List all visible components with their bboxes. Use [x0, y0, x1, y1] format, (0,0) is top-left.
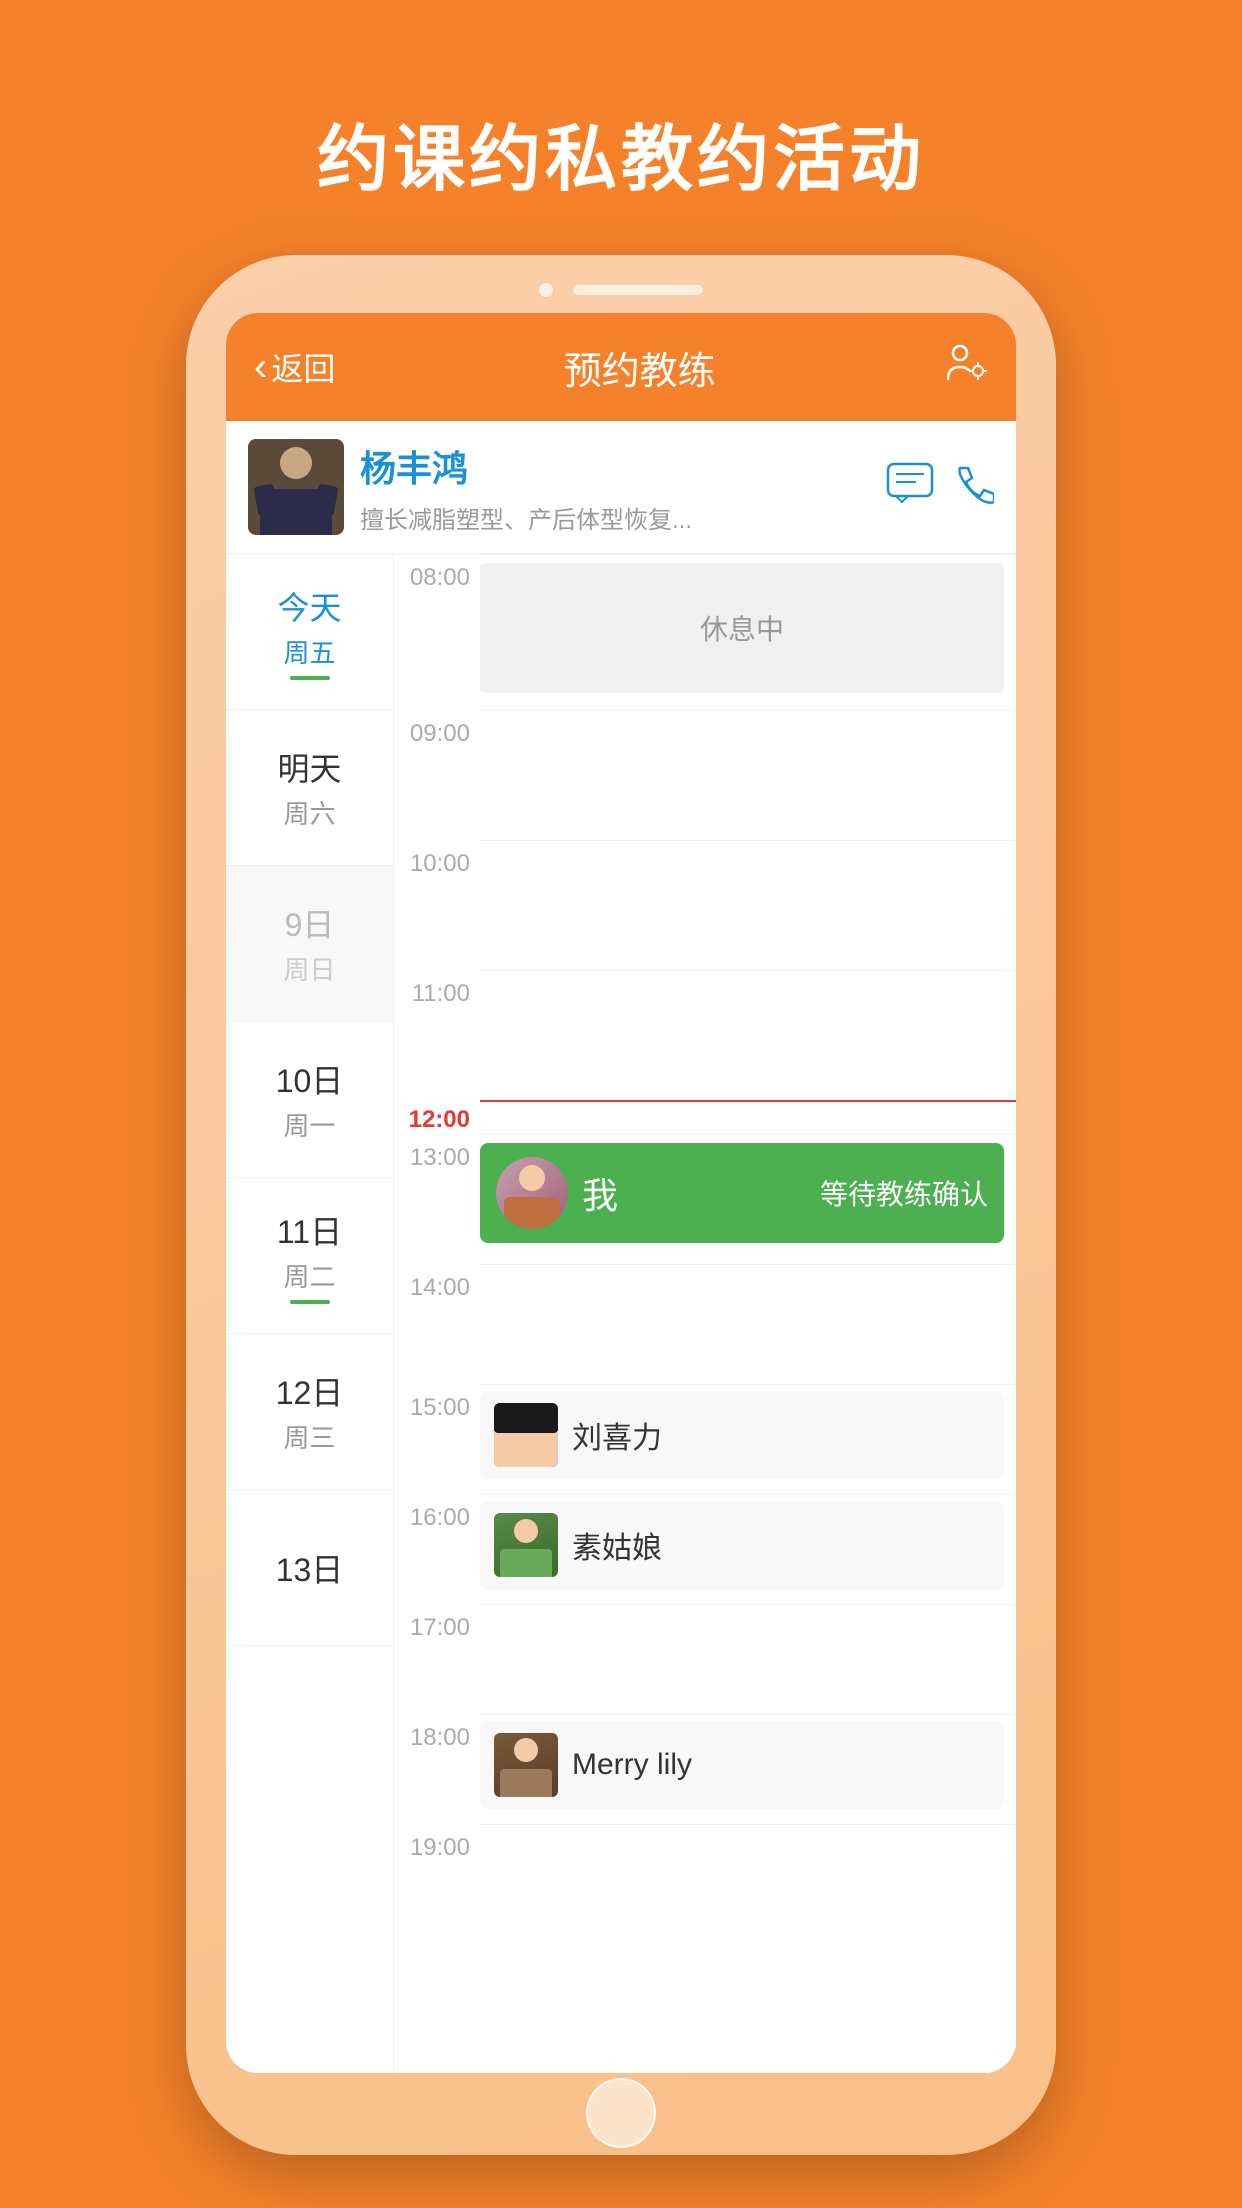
time-label-1800: 18:00 [394, 1714, 480, 1752]
slot-su[interactable]: 素姑娘 [480, 1501, 1004, 1589]
su-avatar [494, 1513, 558, 1577]
time-row-1400: 14:00 [394, 1264, 1016, 1384]
date-item-11[interactable]: 11日 周二 [226, 1178, 393, 1334]
trainer-profile: 杨丰鸿 擅长减脂塑型、产后体型恢复... [226, 421, 1016, 554]
time-content-1100 [480, 970, 1016, 1080]
merry-avatar [494, 1733, 558, 1797]
phone-bottom [586, 2073, 656, 2153]
time-content-1600: 素姑娘 [480, 1494, 1016, 1589]
slot-merry[interactable]: Merry lily [480, 1721, 1004, 1809]
time-content-1900 [480, 1824, 1016, 1914]
my-booking-avatar [496, 1157, 568, 1229]
time-row-1200: 12:00 [394, 1100, 1016, 1134]
time-row-1300: 13:00 我 等待教练确认 [394, 1134, 1016, 1264]
trainer-info: 杨丰鸿 擅长减脂塑型、产后体型恢复... [344, 440, 886, 535]
time-label-1000: 10:00 [394, 840, 480, 878]
time-label-1500: 15:00 [394, 1384, 480, 1422]
time-content-1200-marker [480, 1100, 1016, 1116]
time-label-1300: 13:00 [394, 1134, 480, 1172]
time-schedule: 08:00 休息中 09:00 [394, 554, 1016, 2073]
date-item-10[interactable]: 10日 周一 [226, 1022, 393, 1178]
time-label-0900: 09:00 [394, 710, 480, 748]
time-row-1100: 11:00 [394, 970, 1016, 1100]
date-item-today[interactable]: 今天 周五 [226, 554, 393, 710]
date-item-tomorrow[interactable]: 明天 周六 [226, 710, 393, 866]
date-item-12[interactable]: 12日 周三 [226, 1334, 393, 1490]
time-row-0900: 09:00 [394, 710, 1016, 840]
trainer-avatar [248, 439, 344, 535]
phone-dot [539, 283, 553, 297]
time-label-1100: 11:00 [394, 970, 480, 1008]
time-label-1400: 14:00 [394, 1264, 480, 1302]
time-row-1600: 16:00 素姑娘 [394, 1494, 1016, 1604]
app-header: ‹ 返回 预约教练 [226, 313, 1016, 421]
rest-block: 休息中 [480, 563, 1004, 693]
phone-call-icon[interactable] [952, 462, 994, 513]
settings-icon[interactable] [944, 343, 988, 392]
time-label-0800: 08:00 [394, 554, 480, 592]
trainer-name: 杨丰鸿 [360, 440, 886, 492]
time-content-1300: 我 等待教练确认 [480, 1134, 1016, 1251]
schedule-area: 今天 周五 明天 周六 9日 周日 [226, 554, 1016, 2073]
trainer-action-icons [886, 462, 994, 513]
back-chevron-icon: ‹ [254, 347, 267, 387]
time-content-1400 [480, 1264, 1016, 1364]
date-item-9[interactable]: 9日 周日 [226, 866, 393, 1022]
merry-name: Merry lily [572, 1748, 692, 1782]
my-booking-block[interactable]: 我 等待教练确认 [480, 1143, 1004, 1243]
time-row-1900: 19:00 [394, 1824, 1016, 1934]
date-item-13[interactable]: 13日 [226, 1490, 393, 1646]
time-content-1500: 刘喜力 [480, 1384, 1016, 1479]
slot-liu[interactable]: 刘喜力 [480, 1391, 1004, 1479]
phone-speaker-area [539, 283, 703, 297]
message-icon[interactable] [886, 462, 934, 513]
time-row-1500: 15:00 刘喜力 [394, 1384, 1016, 1494]
home-button[interactable] [586, 2078, 656, 2148]
phone-speaker [573, 285, 703, 295]
time-label-1900: 19:00 [394, 1824, 480, 1862]
back-button[interactable]: ‹ 返回 [254, 344, 335, 390]
page-title: 约课约私教约活动 [0, 0, 1242, 205]
time-content-1800: Merry lily [480, 1714, 1016, 1809]
header-title: 预约教练 [335, 340, 944, 395]
my-booking-label: 我 [582, 1167, 618, 1219]
time-row-1700: 17:00 [394, 1604, 1016, 1714]
time-label-1700: 17:00 [394, 1604, 480, 1642]
time-content-1700 [480, 1604, 1016, 1694]
su-name: 素姑娘 [572, 1523, 662, 1567]
time-row-1000: 10:00 [394, 840, 1016, 970]
liu-avatar [494, 1403, 558, 1467]
time-content-0800: 休息中 [480, 554, 1016, 701]
date-sidebar: 今天 周五 明天 周六 9日 周日 [226, 554, 394, 2073]
time-content-0900 [480, 710, 1016, 820]
phone-mockup: ‹ 返回 预约教练 [186, 255, 1056, 2155]
booking-status: 等待教练确认 [820, 1173, 988, 1213]
trainer-description: 擅长减脂塑型、产后体型恢复... [360, 500, 886, 535]
phone-screen: ‹ 返回 预约教练 [226, 313, 1016, 2073]
time-content-1000 [480, 840, 1016, 950]
time-label-1200: 12:00 [394, 1100, 480, 1134]
time-label-1600: 16:00 [394, 1494, 480, 1532]
time-row-0800: 08:00 休息中 [394, 554, 1016, 710]
time-row-1800: 18:00 Merry lily [394, 1714, 1016, 1824]
liu-name: 刘喜力 [572, 1413, 662, 1457]
